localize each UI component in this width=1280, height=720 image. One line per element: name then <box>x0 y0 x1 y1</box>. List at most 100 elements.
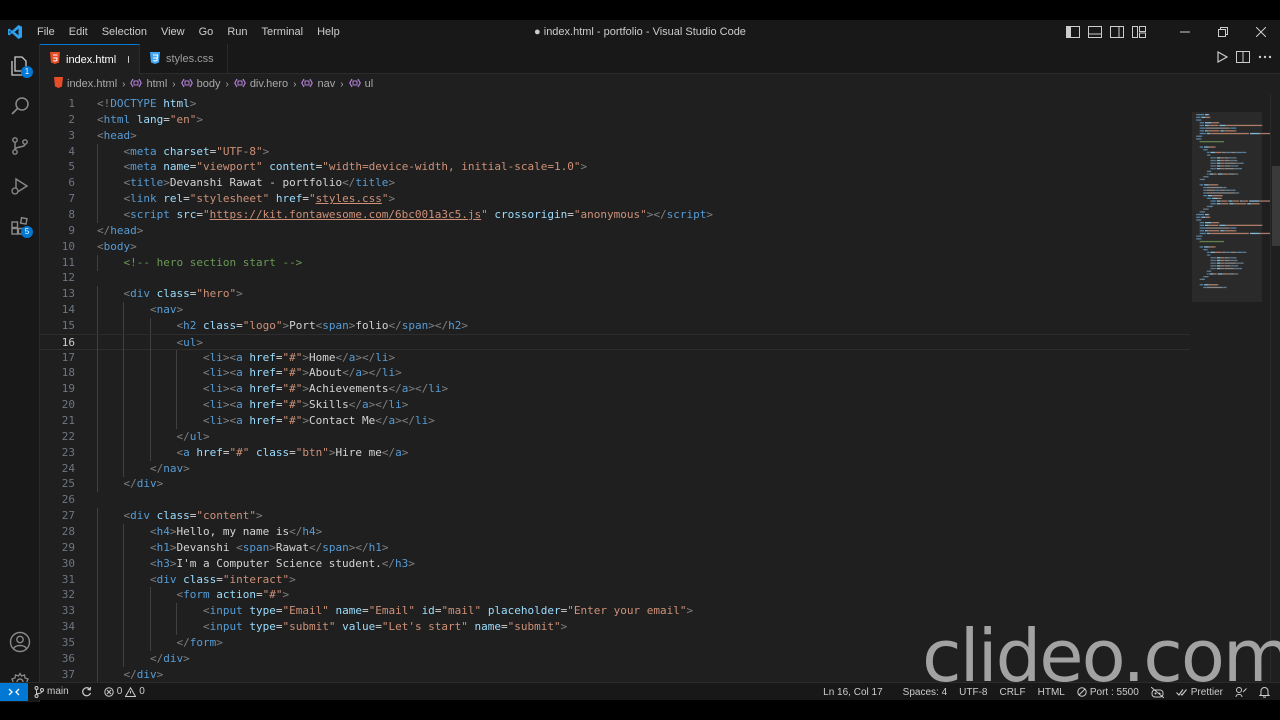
code-line[interactable]: 17 <li><a href="#">Home</a></li> <box>40 349 1190 366</box>
vertical-scrollbar[interactable] <box>1270 94 1280 700</box>
close-window-icon[interactable] <box>1242 20 1280 44</box>
minimap-token <box>1197 213 1205 216</box>
minimap-token <box>1203 189 1205 191</box>
breadcrumb-item[interactable]: index.html <box>54 77 117 91</box>
menu-help[interactable]: Help <box>310 20 347 44</box>
minimap-token <box>1224 168 1234 170</box>
problems-status[interactable]: 0 0 <box>98 683 151 701</box>
toggle-primary-sidebar-icon[interactable] <box>1062 20 1084 44</box>
run-debug-icon[interactable] <box>0 166 40 206</box>
code-line[interactable]: 25 </div> <box>40 476 1190 493</box>
code-line[interactable]: 4 <meta charset="UTF-8"> <box>40 143 1190 160</box>
sync-icon[interactable] <box>75 683 98 701</box>
run-icon[interactable] <box>1216 50 1229 68</box>
breadcrumb-item[interactable]: div.hero <box>233 78 288 91</box>
code-line[interactable]: 23 <a href="#" class="btn">Hire me</a> <box>40 444 1190 461</box>
code-line[interactable]: 5 <meta name="viewport" content="width=d… <box>40 159 1190 176</box>
minimap-token <box>1231 127 1236 129</box>
code-line[interactable]: 8 <script src="https://kit.fontawesome.c… <box>40 206 1190 223</box>
branch-status[interactable]: main <box>28 683 75 701</box>
restore-icon[interactable] <box>1204 20 1242 44</box>
unsaved-dot-icon[interactable] <box>128 56 129 63</box>
minimap-token <box>1222 186 1224 189</box>
menu-edit[interactable]: Edit <box>62 20 95 44</box>
minimap-token <box>1239 267 1241 270</box>
code-line[interactable]: 29 <h1>Devanshi <span>Rawat</span></h1> <box>40 539 1190 556</box>
minimap[interactable] <box>1190 94 1270 700</box>
code-line[interactable]: 3 <head> <box>40 128 1190 144</box>
code-line[interactable]: 13 <div class="hero"> <box>40 286 1190 303</box>
menu-selection[interactable]: Selection <box>95 20 154 44</box>
menu-go[interactable]: Go <box>192 20 221 44</box>
toggle-panel-icon[interactable] <box>1084 20 1106 44</box>
split-editor-icon[interactable] <box>1236 50 1250 68</box>
code-line[interactable]: 9 </head> <box>40 223 1190 239</box>
remote-indicator-icon[interactable] <box>0 682 28 701</box>
minimap-token <box>1224 262 1236 264</box>
tab-index-html[interactable]: index.html <box>40 44 140 74</box>
customize-layout-icon[interactable] <box>1128 20 1150 44</box>
code-line[interactable]: 16 <ul> <box>40 333 1190 351</box>
menu-view[interactable]: View <box>154 20 192 44</box>
more-actions-icon[interactable] <box>1258 50 1272 68</box>
breadcrumb-item[interactable]: nav <box>301 78 335 91</box>
minimap-token <box>1225 130 1235 132</box>
explorer-icon[interactable]: 1 <box>0 46 40 86</box>
search-icon[interactable] <box>0 86 40 126</box>
code-line[interactable]: 32 <form action="#"> <box>40 587 1190 604</box>
minimap-token <box>1205 192 1207 194</box>
code-line[interactable]: 2 <html lang="en"> <box>40 112 1190 128</box>
code-line[interactable]: 24 </nav> <box>40 460 1190 477</box>
accounts-icon[interactable] <box>0 622 40 662</box>
menu-run[interactable]: Run <box>220 20 254 44</box>
minimap-token <box>1209 124 1219 127</box>
breadcrumb-item[interactable]: body <box>180 78 220 91</box>
code-line[interactable]: 22 </ul> <box>40 428 1190 445</box>
element-symbol-icon <box>233 78 246 91</box>
code-line[interactable]: 21 <li><a href="#">Contact Me</a></li> <box>40 413 1190 429</box>
toggle-secondary-sidebar-icon[interactable] <box>1106 20 1128 44</box>
code-line[interactable]: 28 <h4>Hello, my name is</h4> <box>40 523 1190 540</box>
minimap-token <box>1196 138 1197 140</box>
code-line[interactable]: 11 <!-- hero section start --> <box>40 254 1190 271</box>
minimap-token <box>1259 200 1260 202</box>
minimap-token <box>1229 259 1232 262</box>
scrollbar-thumb[interactable] <box>1272 166 1280 246</box>
code-line[interactable]: 26 <box>40 492 1190 508</box>
code-editor[interactable]: 1 <!DOCTYPE html> 2 <html lang="en"> 3 <head>… <box>40 94 1190 700</box>
minimap-token <box>1210 157 1212 159</box>
code-line[interactable]: 19 <li><a href="#">Achievements</a></li> <box>40 381 1190 398</box>
extensions-icon[interactable]: 5 <box>0 206 40 246</box>
minimap-token <box>1224 230 1226 232</box>
minimap-token <box>1200 219 1202 221</box>
source-control-icon[interactable] <box>0 126 40 166</box>
code-line[interactable]: 7 <link rel="stylesheet" href="styles.cs… <box>40 191 1190 208</box>
code-line[interactable]: 6 <title>Devanshi Rawat - portfolio</tit… <box>40 175 1190 192</box>
activity-bar: 1 5 <box>0 44 40 702</box>
title-bar: File Edit Selection View Go Run Terminal Help ●… <box>0 20 1280 44</box>
indent-guide <box>149 349 151 366</box>
minimize-icon[interactable] <box>1166 20 1204 44</box>
minimap-token <box>1209 284 1218 286</box>
menu-terminal[interactable]: Terminal <box>255 20 311 44</box>
breadcrumb: index.html › html › body › div.hero › nav › ul <box>40 74 1190 94</box>
code-line[interactable]: 1 <!DOCTYPE html> <box>40 96 1190 112</box>
code-line[interactable]: 14 <nav> <box>40 302 1190 319</box>
cursor-position[interactable]: Ln 16, Col 17 <box>817 683 889 701</box>
breadcrumb-item[interactable]: ul <box>348 78 373 91</box>
code-line[interactable]: 27 <div class="content"> <box>40 508 1190 525</box>
code-line[interactable]: 18 <li><a href="#">About</a></li> <box>40 365 1190 382</box>
tab-styles-css[interactable]: styles.css <box>140 44 228 74</box>
minimap-token <box>1227 173 1229 175</box>
code-line[interactable]: 31 <div class="interact"> <box>40 571 1190 588</box>
code-line[interactable]: 12 <box>40 270 1190 286</box>
menu-file[interactable]: File <box>30 20 62 44</box>
code-line[interactable]: 30 <h3>I'm a Computer Science student.</… <box>40 555 1190 572</box>
code-line[interactable]: 15 <h2 class="logo">Port<span>folio</spa… <box>40 317 1190 334</box>
minimap-token <box>1214 165 1216 167</box>
line-number: 4 <box>68 144 75 158</box>
code-line[interactable]: 20 <li><a href="#">Skills</a></li> <box>40 397 1190 414</box>
code-line[interactable]: 10 <body> <box>40 239 1190 255</box>
line-number: 9 <box>68 223 75 237</box>
breadcrumb-item[interactable]: html <box>130 78 167 91</box>
